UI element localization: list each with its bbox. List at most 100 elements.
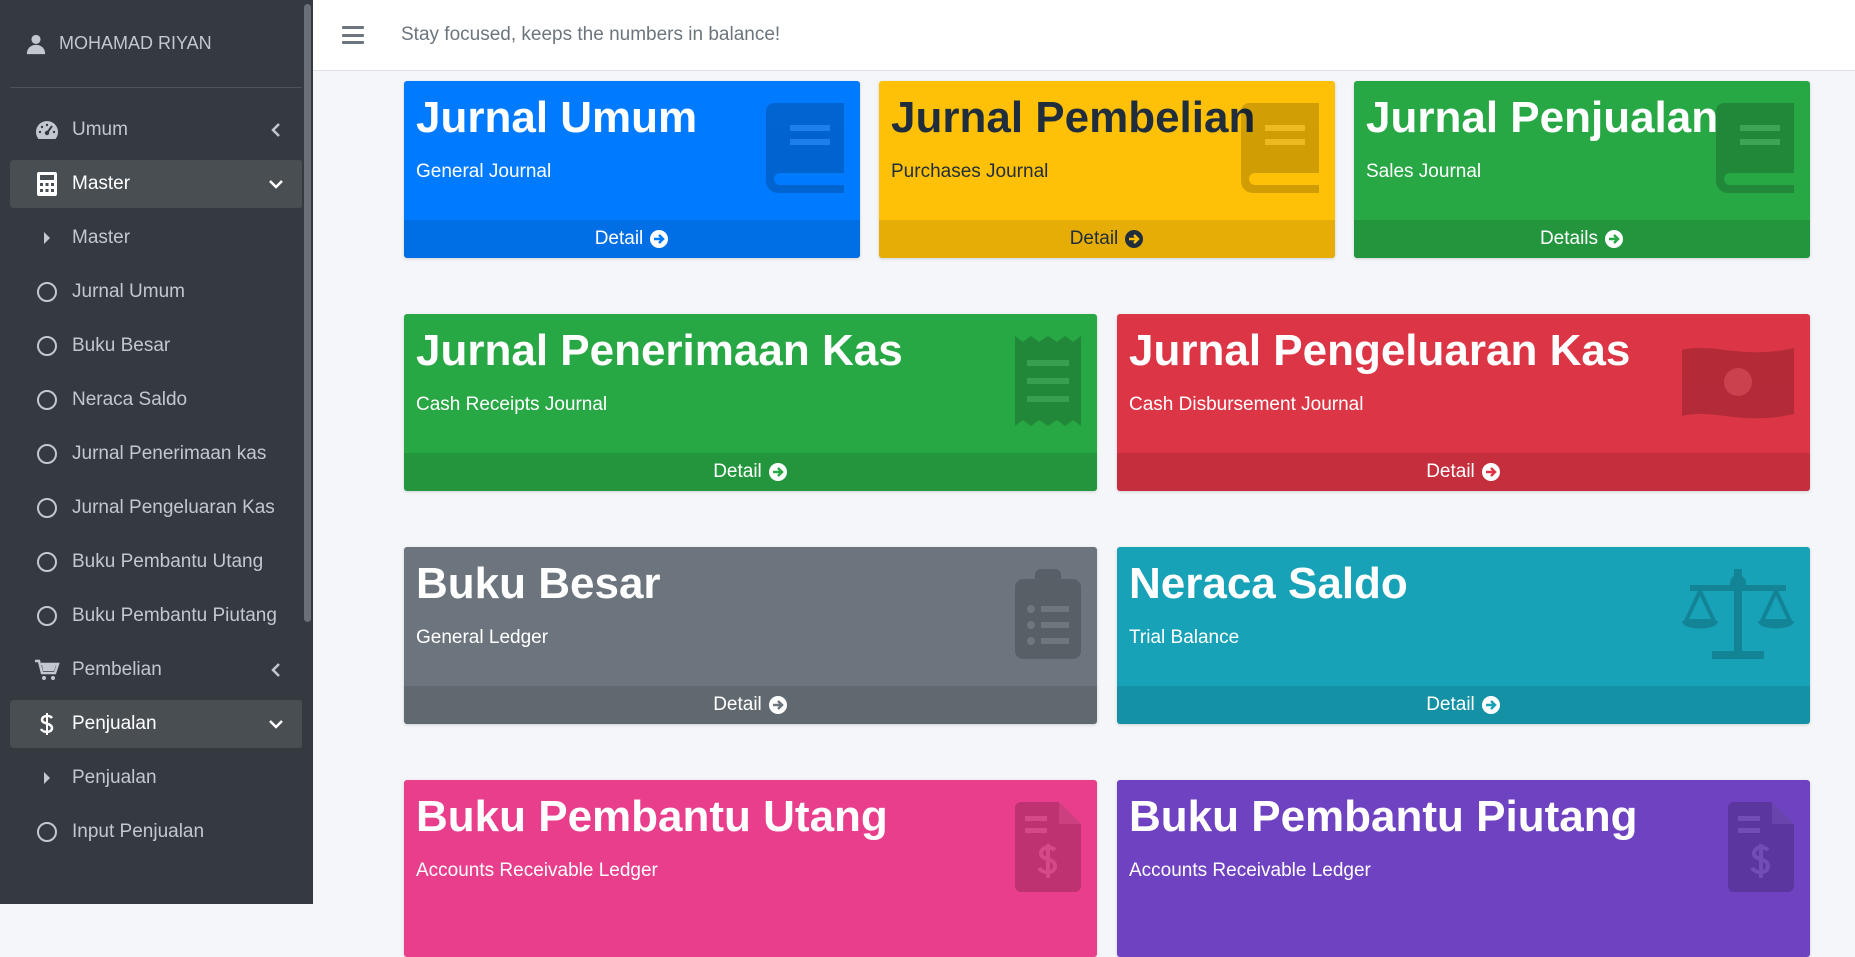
circle-icon: [34, 495, 60, 521]
sidebar-item-label: Jurnal Umum: [72, 281, 185, 302]
sidebar-item-label: Master: [72, 227, 131, 248]
card-detail-link[interactable]: Details: [1354, 220, 1810, 258]
sidebar-item-label: Jurnal Pengeluaran Kas: [72, 497, 275, 518]
card-footer-label: Details: [1539, 228, 1599, 249]
book-icon: [766, 103, 844, 193]
card-footer-label: Detail: [713, 461, 762, 482]
file-invoice-dollar-icon: [1728, 802, 1794, 892]
chevron-down-icon: [269, 720, 283, 729]
cart-icon: [34, 657, 60, 683]
card-buku-besar: Buku Besar General Ledger Detail: [404, 547, 1097, 724]
card-title: Neraca Saldo: [1129, 559, 1408, 608]
card-detail-link[interactable]: Detail: [404, 453, 1097, 491]
sidebar-scrollbar-thumb[interactable]: [304, 4, 311, 622]
card-footer-label: Detail: [594, 228, 644, 249]
sidebar-item-jurnal-umum[interactable]: Jurnal Umum: [10, 268, 303, 316]
chevron-left-icon: [271, 663, 280, 677]
sidebar: MOHAMAD RIYAN Umum Master Master Jurnal …: [0, 0, 313, 904]
card-subtitle: Accounts Receivable Ledger: [1129, 860, 1371, 881]
card-footer-label: Detail: [713, 694, 762, 715]
sidebar-item-master-sub[interactable]: Master: [10, 214, 303, 262]
card-detail-link[interactable]: Detail: [1117, 686, 1810, 724]
calculator-icon: [34, 171, 60, 197]
card-title: Buku Pembantu Piutang: [1129, 792, 1638, 841]
card-buku-pembantu-piutang: Buku Pembantu Piutang Accounts Receivabl…: [1117, 780, 1810, 957]
sidebar-item-buku-besar[interactable]: Buku Besar: [10, 322, 303, 370]
card-title: Jurnal Pembelian: [891, 93, 1256, 142]
card-subtitle: Sales Journal: [1366, 161, 1482, 182]
caret-right-icon: [34, 765, 60, 791]
circle-icon: [34, 387, 60, 413]
user-icon: [26, 34, 46, 54]
sidebar-item-label: Penjualan: [72, 713, 157, 734]
chevron-down-icon: [269, 180, 283, 189]
sidebar-item-label: Penjualan: [72, 767, 157, 788]
card-title: Buku Besar: [416, 559, 661, 608]
card-jurnal-pembelian: Jurnal Pembelian Purchases Journal Detai…: [879, 81, 1335, 258]
arrow-circle-right-icon: [1125, 230, 1144, 248]
sidebar-item-penjualan-sub[interactable]: Penjualan: [10, 754, 303, 802]
sidebar-item-jurnal-pengeluaran-kas[interactable]: Jurnal Pengeluaran Kas: [10, 484, 303, 532]
card-subtitle: General Ledger: [416, 627, 549, 648]
sidebar-item-label: Neraca Saldo: [72, 389, 188, 410]
card-footer-label: Detail: [1426, 461, 1475, 482]
card-jurnal-pengeluaran-kas: Jurnal Pengeluaran Kas Cash Disbursement…: [1117, 314, 1810, 491]
sidebar-item-pembelian[interactable]: Pembelian: [10, 646, 303, 694]
card-footer-label: Detail: [1069, 228, 1119, 249]
circle-icon: [34, 549, 60, 575]
card-subtitle: General Journal: [416, 161, 552, 182]
card-detail-link[interactable]: Detail: [404, 686, 1097, 724]
card-neraca-saldo: Neraca Saldo Trial Balance Detail: [1117, 547, 1810, 724]
book-icon: [1716, 103, 1794, 193]
sidebar-item-buku-pembantu-piutang[interactable]: Buku Pembantu Piutang: [10, 592, 303, 640]
card-jurnal-umum: Jurnal Umum General Journal Detail: [404, 81, 860, 258]
file-invoice-dollar-icon: [1015, 802, 1081, 892]
sidebar-item-label: Umum: [72, 119, 128, 140]
circle-icon: [34, 279, 60, 305]
menu-toggle-icon[interactable]: [342, 26, 364, 44]
card-title: Buku Pembantu Utang: [416, 792, 888, 841]
sidebar-item-label: Jurnal Penerimaan kas: [72, 443, 267, 464]
card-detail-link[interactable]: Detail: [1117, 453, 1810, 491]
sidebar-item-jurnal-penerimaan-kas[interactable]: Jurnal Penerimaan kas: [10, 430, 303, 478]
sidebar-item-master[interactable]: Master: [10, 160, 303, 208]
book-icon: [1241, 103, 1319, 193]
card-subtitle: Cash Disbursement Journal: [1129, 394, 1364, 415]
circle-icon: [34, 603, 60, 629]
arrow-circle-right-icon: [650, 230, 669, 248]
sidebar-item-label: Buku Besar: [72, 335, 171, 356]
card-subtitle: Accounts Receivable Ledger: [416, 860, 658, 881]
card-title: Jurnal Penjualan: [1366, 93, 1719, 142]
sidebar-item-input-penjualan[interactable]: Input Penjualan: [10, 808, 303, 856]
arrow-circle-right-icon: [768, 463, 787, 481]
sidebar-item-buku-pembantu-utang[interactable]: Buku Pembantu Utang: [10, 538, 303, 586]
arrow-circle-right-icon: [1481, 696, 1500, 714]
sidebar-scrollbar[interactable]: [302, 0, 313, 904]
header-tagline: Stay focused, keeps the numbers in balan…: [401, 24, 781, 45]
circle-icon: [34, 441, 60, 467]
sidebar-item-umum[interactable]: Umum: [10, 106, 303, 154]
card-footer-label: Detail: [1426, 694, 1475, 715]
receipt-icon: [1015, 336, 1081, 426]
sidebar-item-penjualan[interactable]: Penjualan: [10, 700, 303, 748]
card-subtitle: Cash Receipts Journal: [416, 394, 608, 415]
circle-icon: [34, 819, 60, 845]
card-jurnal-penjualan: Jurnal Penjualan Sales Journal Details: [1354, 81, 1810, 258]
card-title: Jurnal Pengeluaran Kas: [1129, 326, 1631, 375]
sidebar-item-neraca-saldo[interactable]: Neraca Saldo: [10, 376, 303, 424]
user-panel[interactable]: MOHAMAD RIYAN: [10, 0, 303, 88]
card-detail-link[interactable]: Detail: [879, 220, 1335, 258]
card-detail-link[interactable]: Detail: [404, 220, 860, 258]
card-subtitle: Purchases Journal: [891, 161, 1049, 182]
dollar-icon: [34, 711, 60, 737]
card-title: Jurnal Umum: [416, 93, 698, 142]
card-buku-pembantu-utang: Buku Pembantu Utang Accounts Receivable …: [404, 780, 1097, 957]
arrow-circle-right-icon: [768, 696, 787, 714]
sidebar-item-label: Master: [72, 173, 131, 194]
sidebar-item-label: Pembelian: [72, 659, 162, 680]
sidebar-item-label: Buku Pembantu Utang: [72, 551, 264, 572]
card-subtitle: Trial Balance: [1129, 627, 1240, 648]
card-title: Jurnal Penerimaan Kas: [416, 326, 903, 375]
sidebar-nav: Umum Master Master Jurnal Umum Buku Besa…: [10, 106, 303, 862]
chevron-left-icon: [271, 123, 280, 137]
